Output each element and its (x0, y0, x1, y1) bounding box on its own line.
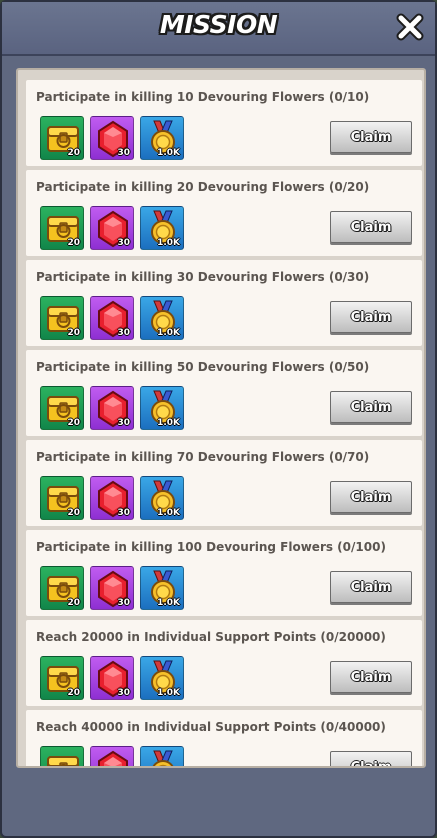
mission-title: Reach 20000 in Individual Support Points… (36, 630, 386, 644)
reward-chest[interactable]: 20 (40, 296, 84, 340)
reward-quantity: 30 (117, 418, 130, 428)
reward-quantity: 1.0K (157, 148, 180, 158)
reward-quantity: 1.0K (157, 508, 180, 518)
reward-chest[interactable]: 20 (40, 476, 84, 520)
mission-row: Reach 20000 in Individual Support Points… (26, 620, 422, 706)
reward-quantity: 30 (117, 148, 130, 158)
reward-quantity: 20 (67, 238, 80, 248)
reward-gem[interactable]: 30 (90, 566, 134, 610)
mission-title: Participate in killing 70 Devouring Flow… (36, 450, 370, 464)
mission-title: Participate in killing 10 Devouring Flow… (36, 90, 370, 104)
mission-list-panel[interactable]: Participate in killing 10 Devouring Flow… (16, 68, 426, 768)
claim-button[interactable]: Claim (330, 751, 412, 766)
gold-medal-icon (152, 750, 174, 766)
window-header: MISSION (2, 2, 435, 56)
reward-quantity: 20 (67, 328, 80, 338)
mission-title: Reach 40000 in Individual Support Points… (36, 720, 386, 734)
mission-row: Reach 40000 in Individual Support Points… (26, 710, 422, 766)
reward-chest[interactable]: 20 (40, 116, 84, 160)
reward-medal[interactable]: 1.0K (140, 746, 184, 766)
mission-row: Participate in killing 100 Devouring Flo… (26, 530, 422, 616)
claim-button[interactable]: Claim (330, 391, 412, 423)
reward-gem[interactable]: 30 (90, 656, 134, 700)
mission-title: Participate in killing 30 Devouring Flow… (36, 270, 370, 284)
treasure-chest-icon (47, 756, 79, 766)
reward-gem[interactable]: 30 (90, 746, 134, 766)
reward-quantity: 20 (67, 418, 80, 428)
reward-quantity: 30 (117, 508, 130, 518)
mission-title: Participate in killing 100 Devouring Flo… (36, 540, 386, 554)
reward-chest[interactable]: 20 (40, 566, 84, 610)
mission-list: Participate in killing 10 Devouring Flow… (26, 80, 422, 766)
reward-quantity: 1.0K (157, 328, 180, 338)
reward-medal[interactable]: 1.0K (140, 386, 184, 430)
window-title: MISSION (159, 10, 278, 39)
reward-chest[interactable]: 20 (40, 206, 84, 250)
mission-row: Participate in killing 70 Devouring Flow… (26, 440, 422, 526)
reward-quantity: 20 (67, 148, 80, 158)
mission-row: Participate in killing 50 Devouring Flow… (26, 350, 422, 436)
reward-medal[interactable]: 1.0K (140, 296, 184, 340)
mission-row: Participate in killing 30 Devouring Flow… (26, 260, 422, 346)
claim-button[interactable]: Claim (330, 121, 412, 153)
reward-quantity: 20 (67, 508, 80, 518)
reward-gem[interactable]: 30 (90, 386, 134, 430)
reward-medal[interactable]: 1.0K (140, 476, 184, 520)
reward-gem[interactable]: 30 (90, 116, 134, 160)
claim-button[interactable]: Claim (330, 211, 412, 243)
mission-window: MISSION Participate in killing 10 Devour… (0, 0, 437, 838)
close-button[interactable] (395, 12, 425, 42)
reward-quantity: 20 (67, 598, 80, 608)
mission-row: Participate in killing 20 Devouring Flow… (26, 170, 422, 256)
reward-medal[interactable]: 1.0K (140, 566, 184, 610)
mission-title: Participate in killing 50 Devouring Flow… (36, 360, 370, 374)
claim-button[interactable]: Claim (330, 571, 412, 603)
claim-button[interactable]: Claim (330, 301, 412, 333)
reward-medal[interactable]: 1.0K (140, 206, 184, 250)
mission-row: Participate in killing 10 Devouring Flow… (26, 80, 422, 166)
reward-quantity: 1.0K (157, 688, 180, 698)
close-icon (396, 13, 424, 41)
red-gem-icon (98, 750, 128, 766)
claim-button[interactable]: Claim (330, 661, 412, 693)
reward-chest[interactable]: 20 (40, 656, 84, 700)
reward-quantity: 1.0K (157, 418, 180, 428)
reward-chest[interactable]: 20 (40, 386, 84, 430)
claim-button[interactable]: Claim (330, 481, 412, 513)
reward-medal[interactable]: 1.0K (140, 116, 184, 160)
reward-gem[interactable]: 30 (90, 206, 134, 250)
reward-quantity: 20 (67, 688, 80, 698)
reward-quantity: 1.0K (157, 598, 180, 608)
reward-quantity: 30 (117, 238, 130, 248)
reward-quantity: 30 (117, 598, 130, 608)
reward-quantity: 1.0K (157, 238, 180, 248)
reward-medal[interactable]: 1.0K (140, 656, 184, 700)
reward-quantity: 30 (117, 688, 130, 698)
reward-chest[interactable]: 20 (40, 746, 84, 766)
reward-gem[interactable]: 30 (90, 296, 134, 340)
reward-gem[interactable]: 30 (90, 476, 134, 520)
reward-quantity: 30 (117, 328, 130, 338)
mission-title: Participate in killing 20 Devouring Flow… (36, 180, 370, 194)
